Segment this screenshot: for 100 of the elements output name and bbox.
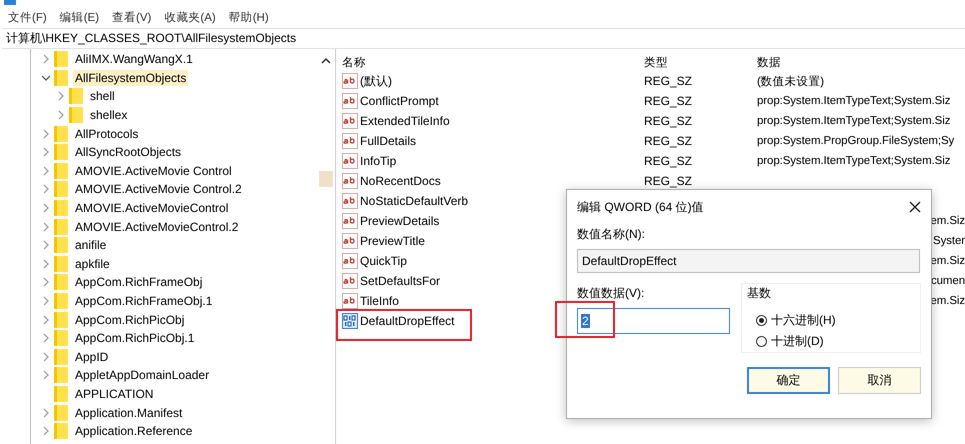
value-name[interactable]: FullDetails xyxy=(360,134,416,148)
value-name[interactable]: PreviewTitle xyxy=(360,234,425,248)
menu-item[interactable]: 编辑(E) xyxy=(60,10,100,24)
value-type: REG_SZ xyxy=(644,154,692,168)
radio-option[interactable]: 十进制(D) xyxy=(745,331,920,352)
value-name[interactable]: InfoTip xyxy=(360,154,396,168)
tree-item[interactable]: AllSyncRootObjects xyxy=(73,144,184,160)
close-icon[interactable] xyxy=(909,201,921,213)
column-header[interactable]: 名称 xyxy=(342,54,644,70)
folder-icon xyxy=(69,107,83,124)
string-value-icon xyxy=(342,273,358,289)
folder-icon xyxy=(54,312,68,328)
binary-value-icon xyxy=(342,313,358,329)
tree-item[interactable]: apkfile xyxy=(73,256,112,272)
tree-item[interactable]: APPLICATION xyxy=(73,386,156,402)
tree-item[interactable]: Application.Reference xyxy=(73,423,194,440)
tree-item[interactable]: AMOVIE.ActiveMovie Control.2 xyxy=(73,181,244,198)
value-data-field[interactable]: 2 xyxy=(577,308,730,334)
tree-item[interactable]: AMOVIE.ActiveMovieControl xyxy=(73,200,230,216)
chevron-right-icon[interactable] xyxy=(41,222,51,232)
value-name[interactable]: QuickTip xyxy=(360,254,407,268)
value-name[interactable]: TileInfo xyxy=(360,294,399,308)
tree-item[interactable]: AMOVIE.ActiveMovie Control xyxy=(73,162,234,179)
tree-item[interactable]: AppID xyxy=(73,348,110,365)
tree-item[interactable]: AliIMX.WangWangX.1 xyxy=(73,51,195,68)
value-data: cumen xyxy=(930,275,965,287)
chevron-right-icon[interactable] xyxy=(56,91,66,102)
chevron-right-icon[interactable] xyxy=(56,110,66,120)
chevron-right-icon[interactable] xyxy=(41,203,51,214)
address-bar[interactable]: 计算机\HKEY_CLASSES_ROOT\AllFilesystemObjects xyxy=(2,28,965,49)
scroll-up-icon[interactable] xyxy=(321,57,331,65)
tree-item[interactable]: shellex xyxy=(88,107,130,124)
tree-item[interactable]: shell xyxy=(88,88,117,104)
highlight-box xyxy=(555,301,615,338)
folder-icon xyxy=(54,367,68,384)
ok-button[interactable]: 确定 xyxy=(747,367,830,394)
folder-icon xyxy=(54,162,68,179)
value-name[interactable]: DefaultDropEffect xyxy=(360,314,454,328)
tree-item[interactable]: AllFilesystemObjects xyxy=(73,70,188,86)
tree-item[interactable]: anifile xyxy=(73,237,108,254)
menu-item[interactable]: 帮助(H) xyxy=(228,10,269,24)
value-data: (数值未设置) xyxy=(757,76,824,88)
tree-item[interactable]: AppCom.RichPicObj.1 xyxy=(73,330,196,346)
tree-item[interactable]: AppletAppDomainLoader xyxy=(73,367,212,384)
chevron-right-icon[interactable] xyxy=(41,277,51,288)
chevron-right-icon[interactable] xyxy=(41,184,51,194)
chevron-right-icon[interactable] xyxy=(41,370,51,380)
menu-item[interactable]: 查看(V) xyxy=(112,10,152,24)
folder-icon xyxy=(54,293,68,310)
chevron-right-icon[interactable] xyxy=(41,166,51,176)
cancel-button[interactable]: 取消 xyxy=(838,367,921,394)
tree-item[interactable]: AllProtocols xyxy=(73,126,140,142)
value-name-field[interactable]: DefaultDropEffect xyxy=(577,249,920,273)
folder-icon xyxy=(54,181,68,198)
value-name[interactable]: SetDefaultsFor xyxy=(360,274,440,288)
scroll-thumb[interactable] xyxy=(319,171,333,187)
chevron-right-icon[interactable] xyxy=(41,147,51,158)
value-name[interactable]: NoStaticDefaultVerb xyxy=(360,194,468,208)
radio-option[interactable]: 十六进制(H) xyxy=(745,310,920,331)
value-data: prop:System.PropGroup.FileSystem;Sy xyxy=(757,135,954,147)
chevron-right-icon[interactable] xyxy=(41,314,51,325)
string-value-icon xyxy=(342,233,358,249)
app-icon xyxy=(4,0,16,5)
tree-item[interactable]: AMOVIE.ActiveMovieControl.2 xyxy=(73,218,240,235)
column-header[interactable]: 数据 xyxy=(757,54,781,70)
value-name[interactable]: PreviewDetails xyxy=(360,214,440,228)
tree-item[interactable]: AppCom.RichFrameObj xyxy=(73,274,204,290)
group-label: 基数 xyxy=(747,285,772,302)
menu-item[interactable]: 文件(F) xyxy=(8,10,47,24)
value-name[interactable]: NoRecentDocs xyxy=(360,174,441,188)
column-header[interactable]: 类型 xyxy=(644,54,757,70)
folder-icon xyxy=(54,330,68,346)
value-name[interactable]: ExtendedTileInfo xyxy=(360,114,450,128)
folder-icon xyxy=(54,237,68,254)
string-value-icon xyxy=(342,133,358,149)
chevron-right-icon[interactable] xyxy=(41,352,51,362)
chevron-right-icon[interactable] xyxy=(41,54,51,64)
chevron-right-icon[interactable] xyxy=(41,408,51,418)
chevron-down-icon[interactable] xyxy=(41,72,51,83)
chevron-right-icon[interactable] xyxy=(41,296,51,306)
string-value-icon xyxy=(342,173,358,189)
chevron-right-icon[interactable] xyxy=(41,333,51,344)
value-type: REG_SZ xyxy=(644,114,692,128)
folder-icon xyxy=(54,126,68,142)
value-data: Syster xyxy=(933,235,965,247)
value-data: prop:System.ItemTypeText;System.Siz xyxy=(757,155,950,167)
tree-item[interactable]: Application.Manifest xyxy=(73,404,184,421)
folder-icon xyxy=(54,256,68,272)
chevron-right-icon[interactable] xyxy=(41,258,51,269)
chevron-right-icon[interactable] xyxy=(41,128,51,139)
value-name[interactable]: ConflictPrompt xyxy=(360,94,439,108)
string-value-icon xyxy=(342,213,358,229)
chevron-right-icon[interactable] xyxy=(41,426,51,436)
value-name[interactable]: (默认) xyxy=(360,72,392,90)
tree-item[interactable]: AppCom.RichPicObj xyxy=(73,312,186,328)
chevron-right-icon[interactable] xyxy=(41,240,51,250)
menu-item[interactable]: 收藏夹(A) xyxy=(164,10,216,24)
tree-item[interactable]: AppCom.RichFrameObj.1 xyxy=(73,293,214,310)
folder-icon xyxy=(54,423,68,440)
string-value-icon xyxy=(342,73,358,89)
